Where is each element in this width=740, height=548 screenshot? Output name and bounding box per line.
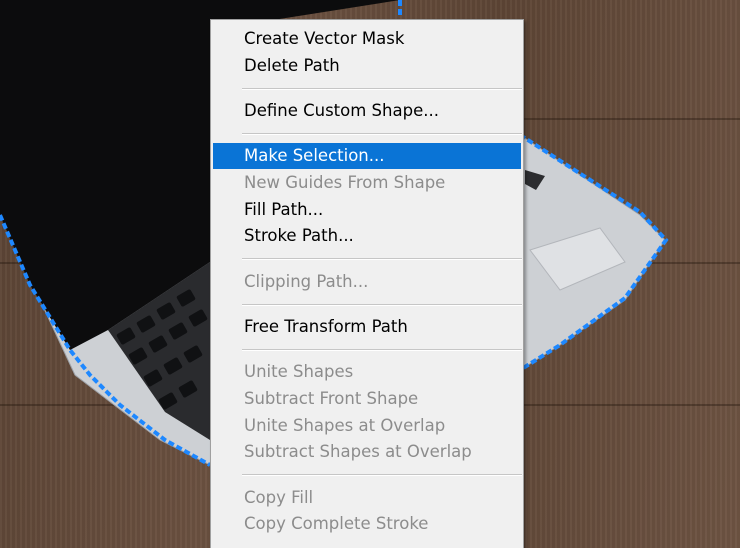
menu-item-clipping-path: Clipping Path... [244, 271, 369, 291]
menu-item-unite-shapes: Unite Shapes [244, 362, 354, 382]
menu-separator [242, 87, 522, 90]
menu-separator [242, 133, 522, 135]
menu-item-define-custom-shape[interactable]: Define Custom Shape... [213, 98, 521, 124]
document-canvas[interactable]: Create Vector Mask Delete Path Define Cust… [0, 0, 740, 548]
menu-item-new-guides-from-shape: New Guides From Shape [244, 173, 446, 192]
path-context-menu: Create Vector Mask Delete Path Define Cust… [210, 19, 524, 548]
menu-item-copy-fill: Copy Fill [244, 487, 314, 507]
menu-item-stroke-path[interactable]: Stroke Path... [213, 223, 521, 249]
menu-separator [242, 303, 522, 306]
menu-item-make-selection[interactable]: Make Selection... [213, 143, 521, 170]
menu-item-fill-path[interactable]: Fill Path... [213, 197, 521, 223]
menu-item-create-vector-mask[interactable]: Create Vector Mask [213, 26, 521, 52]
menu-item-free-transform-path[interactable]: Free Transform Path [213, 314, 521, 340]
menu-separator [242, 258, 522, 261]
menu-item-unite-shapes-at-overlap: Unite Shapes at Overlap [244, 415, 446, 435]
menu-item-copy-complete-stroke: Copy Complete Stroke [244, 514, 429, 534]
menu-separator [242, 349, 522, 351]
menu-item-subtract-front-shape: Subtract Front Shape [244, 389, 419, 408]
menu-item-delete-path[interactable]: Delete Path [213, 53, 521, 79]
menu-separator [242, 474, 522, 477]
menu-item-subtract-shapes-at-overlap: Subtract Shapes at Overlap [244, 442, 472, 462]
